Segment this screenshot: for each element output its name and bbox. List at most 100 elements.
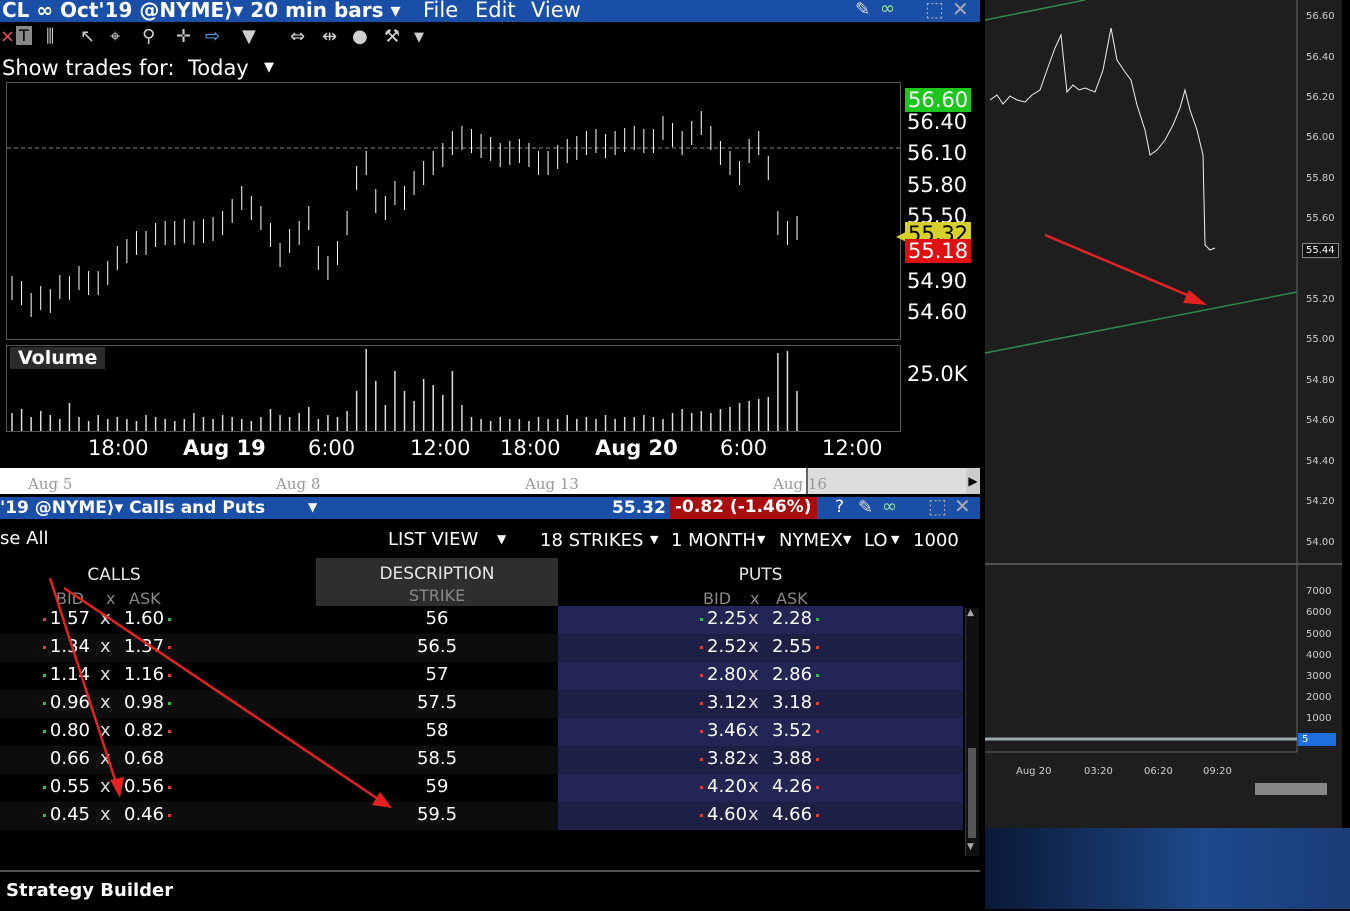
scroll-down-icon[interactable]: ▼: [967, 842, 974, 852]
chevron-down-icon[interactable]: ▼: [264, 60, 274, 75]
exchange-select[interactable]: NYMEX: [779, 530, 843, 551]
chart-symbol-title[interactable]: CL ∞ Oct'19 @NYME⟩▾ 20 min bars ▾: [2, 0, 401, 22]
desktop-background: [985, 828, 1350, 909]
close-all-button[interactable]: se All: [0, 528, 49, 549]
text-tool-icon[interactable]: T: [16, 26, 32, 45]
put-x-value: x: [748, 636, 759, 657]
chevron-down-icon[interactable]: ▼: [843, 533, 851, 546]
overview-scrollbar[interactable]: ▶: [0, 468, 980, 494]
trades-select[interactable]: Today: [188, 56, 249, 80]
strategy-builder-label[interactable]: Strategy Builder: [6, 880, 173, 901]
tick-direction-icon: [700, 785, 703, 789]
delete-icon[interactable]: ×: [0, 26, 15, 47]
help-icon[interactable]: ?: [835, 497, 844, 517]
puts-header: PUTS: [738, 565, 783, 585]
chevron-down-icon[interactable]: ▼: [414, 30, 424, 45]
strike-value-value: 58.5: [416, 748, 458, 769]
put-bid: 3.46: [696, 720, 747, 741]
chevron-down-icon[interactable]: ▼: [497, 532, 506, 546]
r-vol-tick: 4000: [1306, 650, 1332, 661]
pin-icon[interactable]: ⌖: [110, 26, 120, 47]
scroll-right-icon[interactable]: ▶: [966, 468, 980, 494]
scroll-thumb[interactable]: [968, 748, 976, 838]
wrench-icon[interactable]: ✎: [858, 497, 873, 518]
chevron-down-icon[interactable]: ▼: [891, 533, 899, 546]
price-bars: [7, 111, 900, 317]
marker-icon[interactable]: ⚲: [142, 26, 155, 47]
volume-label: Volume: [10, 347, 106, 369]
r-x-tick: 06:20: [1144, 766, 1173, 777]
order-size-input[interactable]: 1000: [913, 530, 959, 551]
split-icon[interactable]: ⇹: [322, 26, 337, 47]
put-x-value: x: [748, 608, 759, 629]
close-icon[interactable]: ✕: [954, 494, 971, 518]
tools-icon[interactable]: ⚒: [384, 26, 400, 47]
r-y-tick: 55.00: [1306, 334, 1335, 345]
chevron-down-icon[interactable]: ▼: [308, 500, 317, 514]
put-ask-value: 4.66: [772, 804, 813, 825]
chart-titlebar: CL ∞ Oct'19 @NYME⟩▾ 20 min bars ▾ File E…: [0, 0, 980, 22]
chevron-down-icon[interactable]: ▼: [757, 533, 765, 546]
put-bid-value: 2.25: [707, 608, 748, 629]
strike-value-value: 58: [425, 720, 449, 741]
r-y-tick: 54.00: [1306, 537, 1335, 548]
wrench-icon[interactable]: ✎: [855, 0, 870, 20]
r-vol-badge: 5: [1298, 733, 1336, 746]
r-y-tick: 55.60: [1306, 213, 1335, 224]
bars-tool-icon[interactable]: ⫼: [46, 26, 54, 47]
link-icon[interactable]: ∞: [880, 0, 895, 19]
x-tick: 12:00: [410, 436, 471, 460]
options-controls: se All LIST VIEW ▼ 18 STRIKES ▼ 1 MONTH …: [0, 525, 980, 555]
put-bid: 2.25: [696, 608, 747, 629]
scroll-up-icon[interactable]: ▲: [967, 608, 974, 618]
r-y-tick: 56.00: [1306, 132, 1335, 143]
view-menu[interactable]: View: [531, 0, 581, 22]
put-x-value: x: [748, 804, 759, 825]
right-intraday-chart[interactable]: [984, 0, 1342, 828]
puts-cell-bg: [558, 606, 963, 634]
pointer-icon[interactable]: ↖: [80, 26, 95, 47]
x-tick: 6:00: [308, 436, 356, 460]
close-icon[interactable]: ✕: [952, 0, 969, 21]
arrow-right-icon[interactable]: ⇨: [205, 26, 220, 47]
options-title[interactable]: '19 @NYME⟩▾ Calls and Puts: [0, 498, 265, 518]
strike-value-value: 57.5: [416, 692, 458, 713]
y-tick: 55.80: [907, 173, 968, 197]
file-menu[interactable]: File: [423, 0, 458, 22]
r-y-tick: 54.80: [1306, 375, 1335, 386]
put-bid-value: 4.60: [707, 804, 748, 825]
puts-cell-bg: [558, 690, 963, 718]
order-type-select[interactable]: LO: [864, 530, 888, 551]
expiry-select[interactable]: 1 MONTH: [671, 530, 756, 551]
put-ask: 3.88: [772, 748, 823, 769]
chevron-down-icon[interactable]: ▼: [650, 533, 658, 546]
tick-direction-icon: [700, 701, 703, 705]
options-scrollbar[interactable]: ▲ ▼: [965, 608, 979, 856]
y-tick: 54.60: [907, 300, 968, 324]
filter-icon[interactable]: ▼: [242, 26, 256, 47]
strike-value-value: 56: [425, 608, 449, 629]
price-chart-panel[interactable]: [6, 82, 901, 340]
volume-chart-panel[interactable]: [6, 345, 901, 432]
color-icon[interactable]: ●: [352, 26, 368, 47]
detach-icon[interactable]: ⬚: [925, 0, 944, 21]
link-icon[interactable]: ∞: [882, 496, 897, 517]
volume-bars: [11, 349, 798, 431]
view-select[interactable]: LIST VIEW: [388, 529, 478, 550]
r-y-tick: 54.60: [1306, 415, 1335, 426]
edit-menu[interactable]: Edit: [475, 0, 516, 22]
zoom-icon[interactable]: ⇔: [290, 26, 305, 47]
r-x-tick: 09:20: [1203, 766, 1232, 777]
r-last-badge: 55.44: [1302, 243, 1339, 258]
put-x-value: x: [748, 748, 759, 769]
detach-icon[interactable]: ⬚: [928, 494, 947, 518]
crosshair-icon[interactable]: ✛: [176, 26, 191, 47]
put-bid: 2.52: [696, 636, 747, 657]
tick-direction-icon: [816, 645, 820, 649]
y-tick: 56.10: [907, 141, 968, 165]
put-x: x: [748, 804, 759, 825]
r-x-tick: 03:20: [1084, 766, 1113, 777]
strategy-builder-bar[interactable]: Strategy Builder: [0, 870, 980, 911]
overview-thumb[interactable]: [806, 468, 968, 494]
strikes-select[interactable]: 18 STRIKES: [540, 530, 643, 551]
